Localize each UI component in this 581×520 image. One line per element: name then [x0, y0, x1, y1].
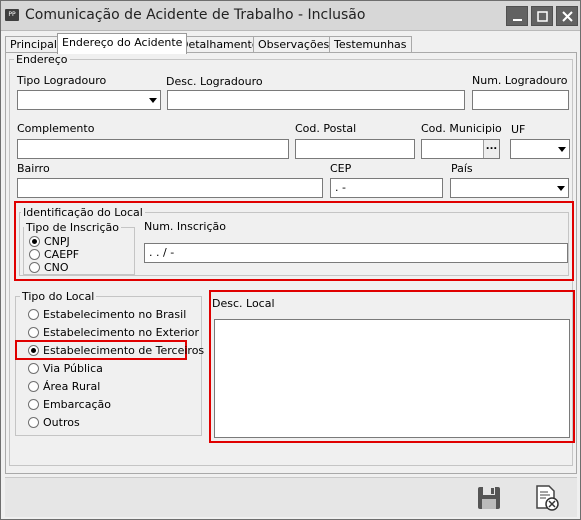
radio-label: Estabelecimento no Brasil	[43, 308, 187, 321]
cod-postal-input[interactable]	[295, 139, 415, 159]
radio-button[interactable]	[28, 327, 39, 338]
dialog-window: PP Comunicação de Acidente de Trabalho -…	[0, 0, 581, 520]
radio-button[interactable]	[29, 249, 40, 260]
complemento-label: Complemento	[17, 122, 95, 135]
minimize-button[interactable]	[506, 6, 528, 26]
radio-via-publica[interactable]: Via Pública	[28, 361, 198, 377]
cod-municipio-input[interactable]: ...	[421, 139, 500, 159]
app-icon: PP	[5, 9, 19, 21]
chevron-down-icon[interactable]	[553, 140, 569, 158]
cep-input[interactable]: . -	[330, 178, 443, 198]
tipo-inscricao-legend: Tipo de Inscrição	[24, 221, 121, 234]
radio-estabelecimento-terceiros[interactable]: Estabelecimento de Terceiros	[28, 343, 204, 359]
bairro-label: Bairro	[17, 162, 50, 175]
pais-combo[interactable]	[450, 178, 569, 198]
num-inscricao-label: Num. Inscrição	[144, 220, 227, 233]
close-button[interactable]	[556, 6, 578, 26]
identificacao-legend: Identificação do Local	[21, 206, 145, 219]
radio-button[interactable]	[29, 262, 40, 273]
maximize-button[interactable]	[531, 6, 553, 26]
radio-button[interactable]	[28, 381, 39, 392]
close-icon	[562, 11, 573, 22]
cod-postal-label: Cod. Postal	[295, 122, 357, 135]
radio-area-rural[interactable]: Área Rural	[28, 379, 198, 395]
radio-button[interactable]	[28, 399, 39, 410]
complemento-input[interactable]	[17, 139, 289, 159]
cep-label: CEP	[330, 162, 352, 175]
radio-button[interactable]	[28, 345, 39, 356]
title-bar: PP Comunicação de Acidente de Trabalho -…	[1, 1, 580, 31]
num-inscricao-input[interactable]: . . / -	[144, 243, 568, 263]
radio-cno[interactable]: CNO	[29, 260, 129, 276]
tab-principal[interactable]: Principal	[5, 36, 62, 53]
desc-local-label: Desc. Local	[212, 297, 275, 310]
radio-label: Estabelecimento de Terceiros	[43, 344, 205, 357]
tab-testemunhas[interactable]: Testemunhas	[329, 36, 412, 53]
desc-logradouro-input[interactable]	[167, 90, 465, 110]
save-icon	[478, 487, 500, 509]
tab-strip: Principal Endereço do Acidente Detalhame…	[5, 33, 577, 54]
cod-municipio-label: Cod. Municipio	[421, 122, 502, 135]
tipo-logradouro-combo[interactable]	[17, 90, 161, 110]
maximize-icon	[537, 11, 548, 22]
window-title: Comunicação de Acidente de Trabalho - In…	[25, 7, 366, 23]
tipo-logradouro-label: Tipo Logradouro	[17, 74, 107, 87]
pais-label: País	[451, 162, 473, 175]
tab-observacoes[interactable]: Observações	[253, 36, 335, 53]
chevron-down-icon[interactable]	[552, 179, 568, 197]
cancel-document-icon	[536, 485, 559, 511]
num-logradouro-input[interactable]	[472, 90, 569, 110]
endereco-legend: Endereço	[14, 53, 70, 66]
radio-label: Outros	[43, 416, 80, 429]
radio-button[interactable]	[29, 236, 40, 247]
chevron-down-icon[interactable]	[144, 91, 160, 109]
radio-label: Embarcação	[43, 398, 111, 411]
tab-panel: Endereço Tipo Logradouro Desc. Logradour…	[5, 52, 577, 474]
radio-label: Área Rural	[43, 380, 101, 393]
radio-label: Via Pública	[43, 362, 103, 375]
cancel-button[interactable]	[532, 484, 562, 512]
num-logradouro-label: Num. Logradouro	[472, 74, 568, 87]
tab-detalhamento[interactable]: Detalhamento	[175, 36, 264, 53]
radio-label: CNO	[44, 261, 69, 274]
minimize-icon	[513, 19, 522, 21]
radio-outros[interactable]: Outros	[28, 415, 198, 431]
bottom-toolbar	[5, 477, 577, 517]
lookup-button[interactable]: ...	[483, 140, 499, 158]
desc-local-textarea[interactable]	[214, 319, 570, 438]
uf-label: UF	[511, 123, 526, 136]
radio-estabelecimento-exterior[interactable]: Estabelecimento no Exterior	[28, 325, 199, 341]
radio-button[interactable]	[28, 417, 39, 428]
save-button[interactable]	[474, 484, 504, 512]
tipo-local-legend: Tipo do Local	[20, 290, 97, 303]
desc-logradouro-label: Desc. Logradouro	[166, 75, 263, 88]
radio-embarcacao[interactable]: Embarcação	[28, 397, 198, 413]
radio-estabelecimento-brasil[interactable]: Estabelecimento no Brasil	[28, 307, 198, 323]
radio-button[interactable]	[28, 363, 39, 374]
bairro-input[interactable]	[17, 178, 323, 198]
tab-endereco-acidente[interactable]: Endereço do Acidente	[57, 33, 188, 54]
uf-combo[interactable]	[510, 139, 570, 159]
radio-button[interactable]	[28, 309, 39, 320]
radio-label: Estabelecimento no Exterior	[43, 326, 199, 339]
